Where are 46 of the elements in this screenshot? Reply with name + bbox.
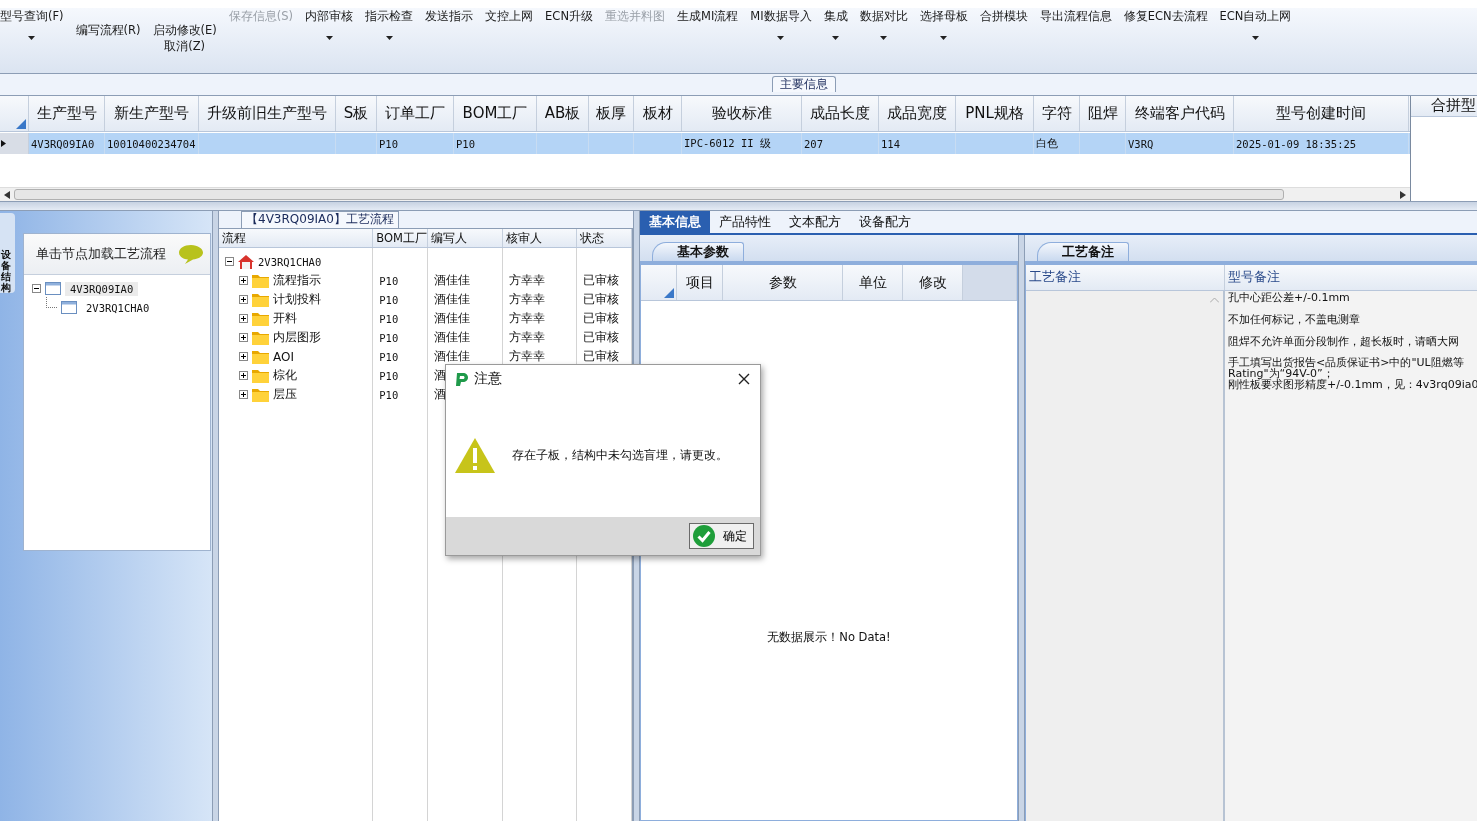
table-cell: P10	[379, 331, 399, 344]
table-cell: 已审核	[583, 329, 620, 346]
table-cell: P10	[379, 350, 399, 363]
note-text: 阻焊不允许单面分段制作，超长板时，请晒大网	[1228, 335, 1460, 348]
section-title: 主要信息	[771, 76, 836, 92]
table-cell: P10	[379, 312, 399, 325]
panel-header: 单击节点加载工艺流程	[36, 245, 166, 263]
table-cell: 方幸幸	[508, 329, 545, 346]
group-title: 【4V3RQ09IA0】工艺流程	[241, 211, 399, 228]
table-cell: 2025-01-09 18:35:25	[1234, 133, 1409, 154]
table-cell: V3RQ	[1126, 133, 1234, 154]
note-text: 刚性板要求图形精度+/-0.1mm，见：4v3rq09ia0	[1228, 379, 1477, 390]
table-cell: P10	[379, 293, 399, 306]
dialog-message: 存在子板，结构中未勾选盲埋，请更改。	[512, 447, 728, 463]
table-cell: P10	[379, 388, 399, 401]
dialog-title: 注意	[474, 370, 502, 388]
table-cell: 方幸幸	[508, 272, 545, 289]
table-cell: 酒佳佳	[434, 272, 470, 289]
table-cell: P10	[379, 274, 399, 287]
table-cell: 207	[802, 133, 879, 154]
empty-message: 无数据展示！No Data!	[767, 630, 891, 645]
table-cell: IPC-6012 II 级	[682, 133, 802, 154]
table-cell: 方幸幸	[508, 310, 545, 327]
table-cell: 酒佳佳	[434, 310, 470, 327]
note-text: 孔中心距公差+/-0.1mm	[1228, 291, 1351, 304]
table-cell: P10	[379, 369, 399, 382]
note-text: 手工填写出货报告<品质保证书>中的"UL阻燃等	[1228, 357, 1465, 368]
table-cell: 已审核	[583, 348, 620, 365]
table-cell: 酒佳佳	[434, 348, 470, 365]
table-cell: 114	[879, 133, 956, 154]
table-cell: 已审核	[583, 272, 620, 289]
table-cell: 白色	[1034, 133, 1080, 154]
table-cell: P10	[454, 133, 537, 154]
table-cell: 方幸幸	[508, 348, 545, 365]
table-cell: 酒佳佳	[434, 329, 470, 346]
note-text: Rating"为“94V-0”；	[1228, 368, 1334, 379]
table-cell: 已审核	[583, 291, 620, 308]
table-cell: 酒佳佳	[434, 291, 470, 308]
table-cell: 方幸幸	[508, 291, 545, 308]
table-cell: 酒	[434, 386, 446, 403]
table-cell: 酒	[434, 367, 446, 384]
note-text: 不加任何标记，不盖电测章	[1228, 313, 1361, 326]
table-cell: 10010400234704	[105, 133, 199, 154]
table-cell: P10	[377, 133, 454, 154]
table-cell: 已审核	[583, 310, 620, 327]
table-cell: 4V3RQ09IA0	[29, 133, 105, 154]
